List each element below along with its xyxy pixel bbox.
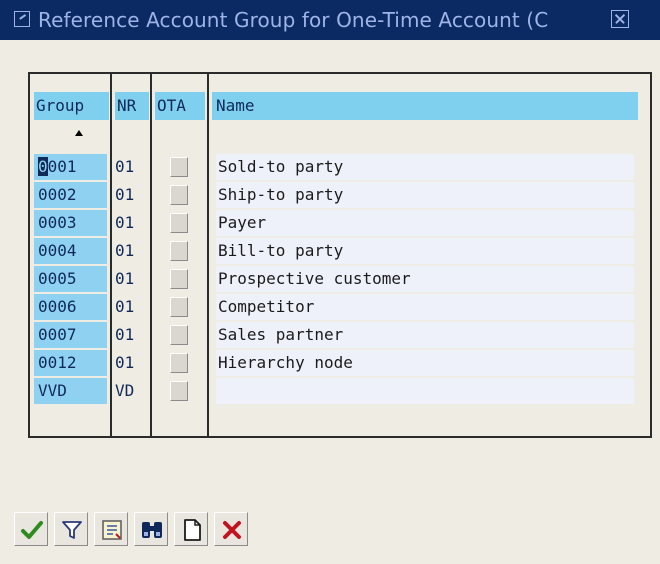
- name-cell: Sales partner: [216, 322, 634, 348]
- dialog-toolbar: [14, 512, 614, 552]
- group-cell[interactable]: 0002: [34, 182, 107, 208]
- nr-cell: 01: [115, 325, 135, 344]
- table-row[interactable]: 0007 01 Sales partner: [30, 322, 640, 350]
- find-button[interactable]: [134, 512, 168, 546]
- ota-checkbox[interactable]: [170, 157, 188, 177]
- ota-checkbox[interactable]: [170, 353, 188, 373]
- create-entry-button[interactable]: [94, 512, 128, 546]
- ota-checkbox[interactable]: [170, 185, 188, 205]
- account-group-table: Group NR OTA Name 0001 01 Sold-to party …: [28, 72, 652, 438]
- cancel-button[interactable]: [214, 512, 248, 546]
- nr-cell: 01: [115, 353, 135, 372]
- nr-cell: 01: [115, 213, 135, 232]
- name-cell: Hierarchy node: [216, 350, 634, 376]
- table-row[interactable]: 0003 01 Payer: [30, 210, 640, 238]
- group-cell[interactable]: 0006: [34, 294, 107, 320]
- new-document-icon: [184, 519, 201, 541]
- table-row[interactable]: 0001 01 Sold-to party: [30, 154, 640, 182]
- table-row[interactable]: 0004 01 Bill-to party: [30, 238, 640, 266]
- name-cell: Payer: [216, 210, 634, 236]
- group-cell-text: 001: [47, 157, 77, 176]
- table-row[interactable]: 0005 01 Prospective customer: [30, 266, 640, 294]
- group-cell[interactable]: 0005: [34, 266, 107, 292]
- filter-button[interactable]: [54, 512, 88, 546]
- column-header-nr[interactable]: NR: [115, 92, 149, 120]
- column-header-name[interactable]: Name: [212, 92, 638, 120]
- dialog-title: Reference Account Group for One-Time Acc…: [38, 8, 549, 32]
- find-icon: [142, 522, 162, 538]
- ota-checkbox[interactable]: [170, 325, 188, 345]
- cancel-icon: [223, 521, 241, 539]
- group-cell[interactable]: 0012: [34, 350, 107, 376]
- nr-cell: 01: [115, 157, 135, 176]
- group-cell[interactable]: 0003: [34, 210, 107, 236]
- column-header-ota[interactable]: OTA: [155, 92, 205, 120]
- table-row[interactable]: 0006 01 Competitor: [30, 294, 640, 322]
- create-entry-icon: [102, 520, 122, 540]
- continue-button[interactable]: [14, 512, 48, 546]
- group-cell[interactable]: 0004: [34, 238, 107, 264]
- ota-checkbox[interactable]: [170, 297, 188, 317]
- table-row[interactable]: 0002 01 Ship-to party: [30, 182, 640, 210]
- text-cursor: 0: [38, 157, 48, 176]
- filter-icon: [62, 521, 82, 539]
- ota-checkbox[interactable]: [170, 213, 188, 233]
- new-document-button[interactable]: [174, 512, 208, 546]
- name-cell: Prospective customer: [216, 266, 634, 292]
- group-cell[interactable]: 0001: [34, 154, 107, 180]
- nr-cell: 01: [115, 269, 135, 288]
- ota-checkbox[interactable]: [170, 381, 188, 401]
- checkmark-icon: [21, 521, 43, 539]
- nr-cell: 01: [115, 185, 135, 204]
- table-row[interactable]: VVD VD: [30, 378, 640, 406]
- name-cell: Sold-to party: [216, 154, 634, 180]
- close-icon[interactable]: [611, 10, 629, 28]
- dialog-menu-icon[interactable]: [14, 11, 30, 27]
- name-cell: [216, 378, 634, 404]
- title-bar: Reference Account Group for One-Time Acc…: [0, 0, 660, 40]
- reference-account-group-dialog: Reference Account Group for One-Time Acc…: [0, 0, 660, 564]
- name-cell: Competitor: [216, 294, 634, 320]
- group-cell[interactable]: VVD: [34, 378, 107, 404]
- nr-cell: VD: [115, 381, 135, 400]
- ota-checkbox[interactable]: [170, 269, 188, 289]
- name-cell: Bill-to party: [216, 238, 634, 264]
- table-row[interactable]: 0012 01 Hierarchy node: [30, 350, 640, 378]
- column-header-group[interactable]: Group: [34, 92, 109, 120]
- sort-ascending-icon: [75, 130, 83, 136]
- name-cell: Ship-to party: [216, 182, 634, 208]
- nr-cell: 01: [115, 241, 135, 260]
- nr-cell: 01: [115, 297, 135, 316]
- ota-checkbox[interactable]: [170, 241, 188, 261]
- group-cell[interactable]: 0007: [34, 322, 107, 348]
